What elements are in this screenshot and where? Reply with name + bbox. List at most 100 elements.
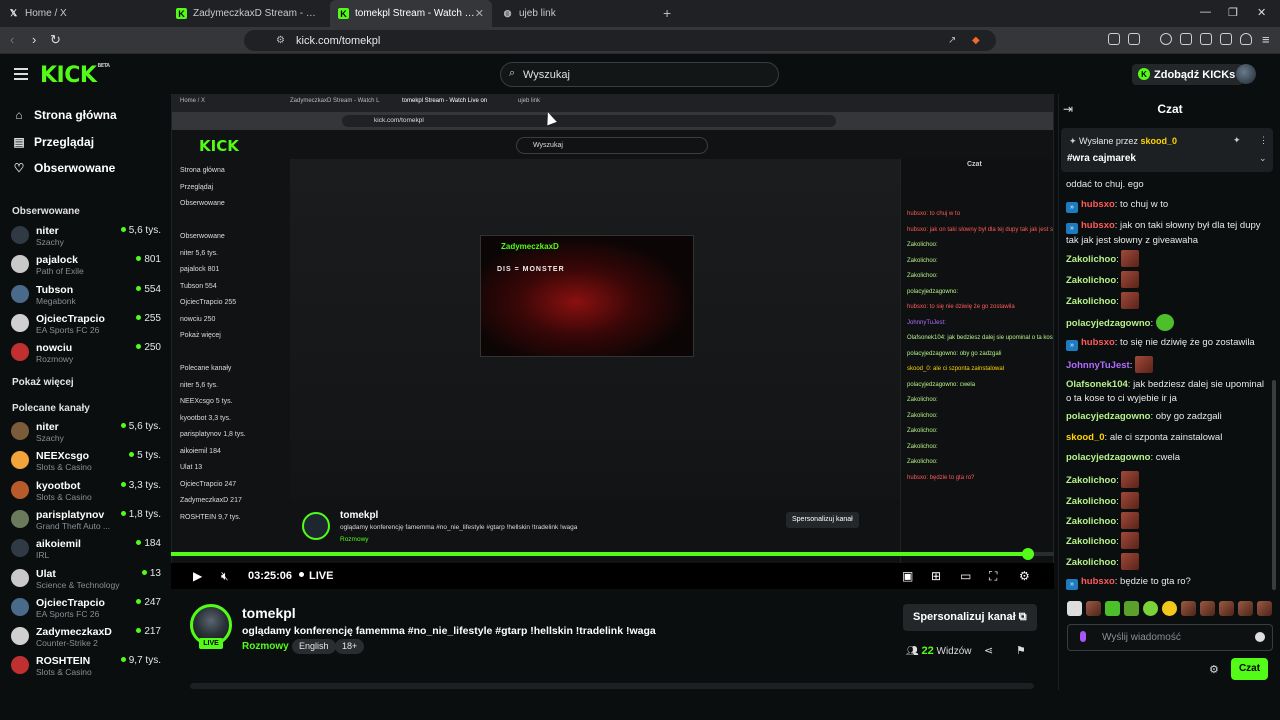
emote-icon[interactable] [1124, 601, 1139, 616]
extension-icon[interactable] [1128, 33, 1140, 45]
chat-message[interactable]: Zakolichoo: [1066, 512, 1266, 529]
chevron-down-icon[interactable]: ⌄ [1259, 153, 1267, 164]
chat-message[interactable]: skood_0: ale ci szponta zainstalowal [1066, 431, 1266, 445]
sidebar-channel[interactable]: pajalock Path of Exile 801 [11, 252, 161, 278]
avatar[interactable] [1236, 64, 1256, 84]
chat-message[interactable]: Zakolichoo: [1066, 553, 1266, 570]
chat-message[interactable]: » hubsxo: to się nie dziwię że go zostawi… [1066, 336, 1266, 351]
emote-icon[interactable] [1219, 601, 1234, 616]
sidebar-channel[interactable]: Tubson Megabonk 554 [11, 282, 161, 308]
browser-tab[interactable]: K ZadymeczkaxD Stream - Watch L [168, 0, 330, 27]
chat-message[interactable]: polacyjedzagowno: [1066, 314, 1266, 331]
chat-username[interactable]: Zakolichoo [1066, 536, 1116, 547]
chat-message[interactable]: Zakolichoo: [1066, 471, 1266, 488]
chat-username[interactable]: Zakolichoo [1066, 496, 1116, 507]
sidebar-channel[interactable]: niter Szachy 5,6 tys. [11, 223, 161, 249]
chat-username[interactable]: hubsxo [1081, 199, 1115, 210]
chat-message[interactable]: » hubsxo: to chuj w to [1066, 198, 1266, 213]
search-input[interactable]: ⌕ Wyszukaj [500, 62, 779, 87]
leo-icon[interactable] [1220, 33, 1232, 45]
sidebar-item-browse[interactable]: ▤ Przeglądaj [12, 135, 94, 149]
browser-tab[interactable]: ◍ ujeb link [494, 0, 656, 27]
maximize-icon[interactable]: ❐ [1228, 6, 1238, 19]
url-field[interactable]: ⚙ kick.com/tomekpl ↗ ◆ [244, 30, 996, 51]
chat-message[interactable]: polacyjedzagowno: cwela [1066, 451, 1266, 465]
stream-category[interactable]: Rozmowy [242, 641, 289, 652]
chat-username[interactable]: skood_0 [1066, 432, 1105, 443]
chat-message[interactable]: Olafsonek104: jak bedziesz dalej sie upo… [1066, 378, 1266, 406]
media-icon[interactable] [1160, 33, 1172, 45]
chat-message[interactable]: polacyjedzagowno: oby go zadzgali [1066, 410, 1266, 424]
wallet-icon[interactable] [1200, 33, 1212, 45]
send-chat-button[interactable]: Czat [1231, 658, 1268, 680]
sidebar-channel[interactable]: aikoiemil IRL 184 [11, 536, 161, 562]
play-icon[interactable]: ▶ [193, 569, 202, 583]
progress-bar[interactable] [171, 548, 1054, 560]
close-tab-icon[interactable]: ✕ [475, 7, 484, 20]
chat-message[interactable]: Zakolichoo: [1066, 250, 1266, 267]
sidebar-item-home[interactable]: ⌂ Strona główna [12, 108, 116, 122]
mute-icon[interactable]: 🔇︎ [221, 569, 229, 584]
sidebar-channel[interactable]: NEEXcsgo Slots & Casino 5 tys. [11, 448, 161, 474]
fullscreen-icon[interactable]: ⛶ [989, 569, 997, 584]
sidebar-channel[interactable]: niter Szachy 5,6 tys. [11, 419, 161, 445]
emoji-icon[interactable] [1255, 632, 1265, 642]
chat-username[interactable]: hubsxo [1081, 220, 1115, 231]
progress-handle[interactable] [1022, 548, 1034, 560]
chat-username[interactable]: Zakolichoo [1066, 296, 1116, 307]
back-icon[interactable]: ‹ [10, 32, 14, 47]
chat-username[interactable]: polacyjedzagowno [1066, 318, 1150, 329]
unpin-icon[interactable]: ✦ [1233, 135, 1241, 146]
pip-icon[interactable]: ▣ [902, 569, 913, 583]
chat-username[interactable]: Zakolichoo [1066, 557, 1116, 568]
theater-mode-icon[interactable]: ▭ [960, 569, 971, 583]
emote-icon[interactable] [1238, 601, 1253, 616]
gift-subs-icon[interactable]: ⚑ [1016, 644, 1026, 657]
chat-username[interactable]: JohnnyTuJest [1066, 360, 1130, 371]
browser-tab-active[interactable]: K tomekpl Stream - Watch Live on ✕ [330, 0, 492, 27]
microphone-icon[interactable] [1080, 631, 1086, 642]
forward-icon[interactable]: › [32, 32, 36, 47]
emote-icon[interactable] [1086, 601, 1101, 616]
video-player[interactable]: Home / X ZadymeczkaxD Stream - Watch L t… [171, 94, 1054, 564]
tag-language[interactable]: English [292, 639, 336, 654]
sidebar-icon[interactable] [1180, 33, 1192, 45]
chat-username[interactable]: Zakolichoo [1066, 475, 1116, 486]
brave-shield-icon[interactable]: ◆ [972, 35, 980, 46]
chat-username[interactable]: polacyjedzagowno [1066, 452, 1150, 463]
share-icon[interactable]: ⋖ [984, 644, 993, 657]
share-icon[interactable]: ↗ [948, 35, 956, 46]
chat-message[interactable]: Zakolichoo: [1066, 292, 1266, 309]
emote-icon[interactable] [1200, 601, 1215, 616]
chat-message[interactable]: oddać to chuj. ego [1066, 178, 1266, 192]
settings-gear-icon[interactable]: ⚙ [1019, 569, 1030, 583]
reload-icon[interactable]: ↻ [50, 32, 61, 48]
streamer-name[interactable]: tomekpl [242, 605, 296, 621]
emote-icon[interactable] [1257, 601, 1272, 616]
chat-input[interactable]: Wyślij wiadomość [1067, 624, 1273, 651]
chat-username[interactable]: Zakolichoo [1066, 254, 1116, 265]
pinned-message[interactable]: ✦ Wysłane przez skood_0 #wra cajmarek ✦ … [1061, 128, 1273, 172]
tag-age[interactable]: 18+ [335, 639, 365, 654]
sidebar-channel[interactable]: OjciecTrapcio EA Sports FC 26 255 [11, 311, 161, 337]
browser-tab[interactable]: 𝕏 Home / X [0, 0, 168, 27]
emote-icon[interactable] [1162, 601, 1177, 616]
chat-message[interactable]: » hubsxo: będzie to gta ro? [1066, 575, 1266, 590]
sidebar-channel[interactable]: nowciu Rozmowy 250 [11, 340, 161, 366]
emote-icon[interactable] [1181, 601, 1196, 616]
chat-message[interactable]: Zakolichoo: [1066, 492, 1266, 509]
clip-icon[interactable]: ⊞ [931, 569, 941, 583]
sidebar-channel[interactable]: OjciecTrapcio EA Sports FC 26 247 [11, 595, 161, 621]
emote-icon[interactable] [1143, 601, 1158, 616]
chat-username[interactable]: polacyjedzagowno [1066, 411, 1150, 422]
site-info-icon[interactable]: ⚙ [276, 35, 285, 46]
chat-username[interactable]: hubsxo [1081, 337, 1115, 348]
sidebar-item-following[interactable]: ♡ Obserwowane [12, 161, 116, 175]
chat-username[interactable]: Zakolichoo [1066, 516, 1116, 527]
chat-message[interactable]: Zakolichoo: [1066, 532, 1266, 549]
minimize-icon[interactable]: — [1200, 6, 1211, 18]
chat-scrollbar[interactable] [1272, 380, 1276, 590]
menu-icon[interactable]: ≡ [1262, 32, 1270, 47]
more-options-icon[interactable]: ⋮ [1259, 135, 1268, 146]
chat-username[interactable]: Olafsonek104 [1066, 379, 1128, 390]
